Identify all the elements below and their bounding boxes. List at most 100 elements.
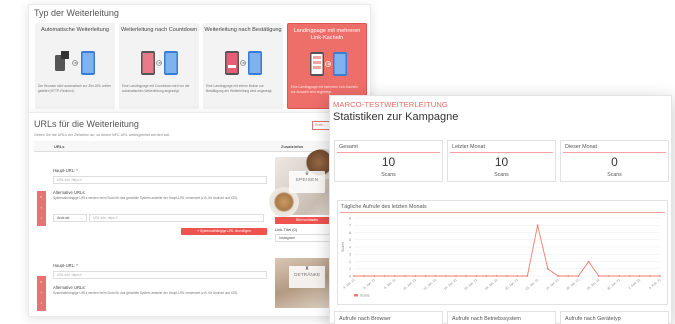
y-tick-label: 8	[349, 216, 351, 220]
stat-unit: Scans	[381, 172, 396, 178]
data-point	[414, 275, 417, 277]
y-tick-label: 2	[349, 260, 351, 264]
link-title-label: Link-Titel (0)	[275, 227, 298, 232]
data-point	[485, 275, 488, 277]
stat-card-this-month: Dieser Monat 0 Scans	[560, 140, 669, 182]
campaign-name: MARCO-TESTWEITERLEITUNG	[333, 100, 448, 109]
glass-icon: ♜	[304, 266, 310, 272]
column-header-urls: URLs	[54, 144, 65, 149]
redirect-type-title: Typ der Weiterleitung	[34, 8, 119, 18]
data-point	[373, 275, 376, 277]
legend-label: Scans	[360, 294, 370, 298]
data-point	[618, 275, 621, 277]
data-point	[546, 267, 549, 270]
x-tick-label: 26. Jan. 21	[565, 278, 580, 291]
data-point	[608, 275, 610, 277]
stat-value: 0	[611, 155, 618, 169]
legend-swatch	[354, 294, 358, 297]
statistics-title: Statistiken zur Kampagne	[333, 111, 459, 123]
data-point	[404, 275, 406, 277]
arrow-up-icon[interactable]: ↑	[40, 290, 42, 295]
stat-label: Dieser Monat	[565, 144, 598, 150]
stat-unit: Scans	[494, 172, 509, 178]
x-tick-label: 30. Jan. 21	[606, 278, 621, 291]
x-tick-label: 6. Jan. 21	[363, 278, 376, 290]
campaign-statistics-panel: MARCO-TESTWEITERLEITUNG Statistiken zur …	[329, 95, 672, 324]
stat-label: Gesamt	[339, 144, 358, 150]
x-tick-label: 28. Jan. 21	[586, 278, 601, 291]
arrow-up-icon[interactable]: ↑	[40, 205, 42, 210]
data-point	[557, 275, 559, 277]
y-tick-label: 7	[349, 224, 351, 228]
y-tick-label: 3	[349, 253, 351, 257]
row-handle[interactable]: × ↑ ↓	[37, 191, 46, 226]
alt-urls-label: Alternative URLs:	[53, 190, 86, 195]
x-tick-label: 10. Jan. 21	[402, 278, 417, 291]
data-point	[506, 275, 508, 277]
daily-scans-chart-card: Tägliche Aufrufe des letzten Monats 0 1 2 3…	[337, 200, 668, 305]
tile-badge: ♛ SPEISEN	[289, 171, 325, 193]
data-point	[353, 275, 355, 277]
arrow-down-icon[interactable]: ↓	[40, 215, 42, 220]
chevron-down-icon: ⌄	[79, 216, 83, 220]
x-tick-label: 12. Jan. 21	[423, 278, 438, 291]
arrow-down-icon[interactable]: ↓	[40, 300, 42, 305]
redirect-urls-panel: URLs für die Weiterleitung Geben Sie die…	[28, 112, 342, 317]
option-title: Weiterleitung nach Countdown	[120, 27, 198, 33]
data-point	[659, 275, 661, 277]
alt-urls-hint: Systemabhängige URLs werden beim Scan fü…	[53, 291, 239, 295]
series-line-scans	[354, 225, 660, 277]
data-point	[577, 275, 580, 277]
data-point	[597, 275, 600, 277]
add-system-url-button[interactable]: + Systemabhängige URL hinzufügen	[181, 228, 267, 235]
y-tick-label: 0	[349, 274, 351, 278]
x-tick-label: 3. Feb. 21	[648, 278, 662, 290]
stat-card-last-month: Letzter Monat 10 Scans	[447, 140, 556, 182]
stat-card-total: Gesamt 10 Scans	[334, 140, 443, 182]
row-handle[interactable]: × ↑ ↓	[37, 276, 46, 311]
chef-hat-icon: ♛	[304, 171, 310, 177]
alt-urls-label: Alternative URLs:	[53, 285, 86, 290]
main-url-input[interactable]: URL inkl. https://	[53, 271, 267, 279]
main-url-input[interactable]: URL inkl. https://	[53, 176, 267, 184]
tile-badge: ♜ GETRÄNKE	[289, 266, 325, 288]
phone-countdown-illustration-icon	[141, 51, 178, 75]
os-select-value: Android	[57, 216, 70, 220]
stat-unit: Scans	[607, 172, 622, 178]
option-confirmation-redirect[interactable]: Weiterleitung nach Bestätigung Eine Land…	[203, 23, 283, 109]
data-point	[638, 275, 641, 277]
urls-title: URLs für die Weiterleitung	[34, 119, 139, 129]
y-tick-label: 4	[349, 245, 351, 249]
phone-link-tiles-illustration-icon	[310, 52, 347, 76]
os-select[interactable]: Android ⌄	[53, 214, 87, 222]
data-point	[363, 275, 366, 277]
x-tick-label: 24. Jan. 21	[545, 278, 560, 291]
phone-redirect-illustration-icon	[55, 51, 95, 75]
card-views-by-device: Aufrufe nach Gerätetyp	[560, 311, 669, 324]
option-countdown-redirect[interactable]: Weiterleitung nach Countdown Eine Landin…	[119, 23, 199, 109]
stat-label: Letzter Monat	[452, 144, 485, 150]
x-tick-label: 18. Jan. 21	[484, 278, 499, 291]
stat-value: 10	[494, 155, 509, 169]
data-point	[475, 275, 478, 277]
main-url-label: Haupt-URL: *	[53, 168, 78, 173]
option-title: Automatische Weiterleitung	[41, 27, 109, 33]
tile-image-label: GETRÄNKE	[293, 273, 321, 278]
alt-url-input[interactable]: URL inkl. https://	[89, 214, 264, 222]
tile-image-label: SPEISEN	[295, 178, 319, 183]
data-point	[465, 275, 468, 277]
close-icon[interactable]: ×	[40, 194, 42, 199]
card-title: Aufrufe nach Gerätetyp	[565, 316, 621, 322]
phone-confirmation-illustration-icon	[225, 51, 262, 75]
stat-value: 10	[381, 155, 396, 169]
option-description: Der Browser wird automatisch zur Ziel-UR…	[38, 84, 111, 93]
close-icon[interactable]: ×	[40, 279, 42, 284]
data-point	[536, 224, 539, 227]
data-point	[567, 275, 570, 277]
divider	[337, 152, 440, 153]
card-title: Aufrufe nach Betriebssystem	[452, 316, 521, 322]
option-automatic-redirect[interactable]: Automatische Weiterleitung Der Browser w…	[35, 23, 115, 109]
daily-scans-line-chart: 0 1 2 3 4 5 6 7 8 Scans 4. Jan. 21 6. Jan. 21 8. Jan…	[341, 216, 662, 298]
y-tick-label: 6	[349, 231, 351, 235]
data-point	[383, 275, 386, 277]
